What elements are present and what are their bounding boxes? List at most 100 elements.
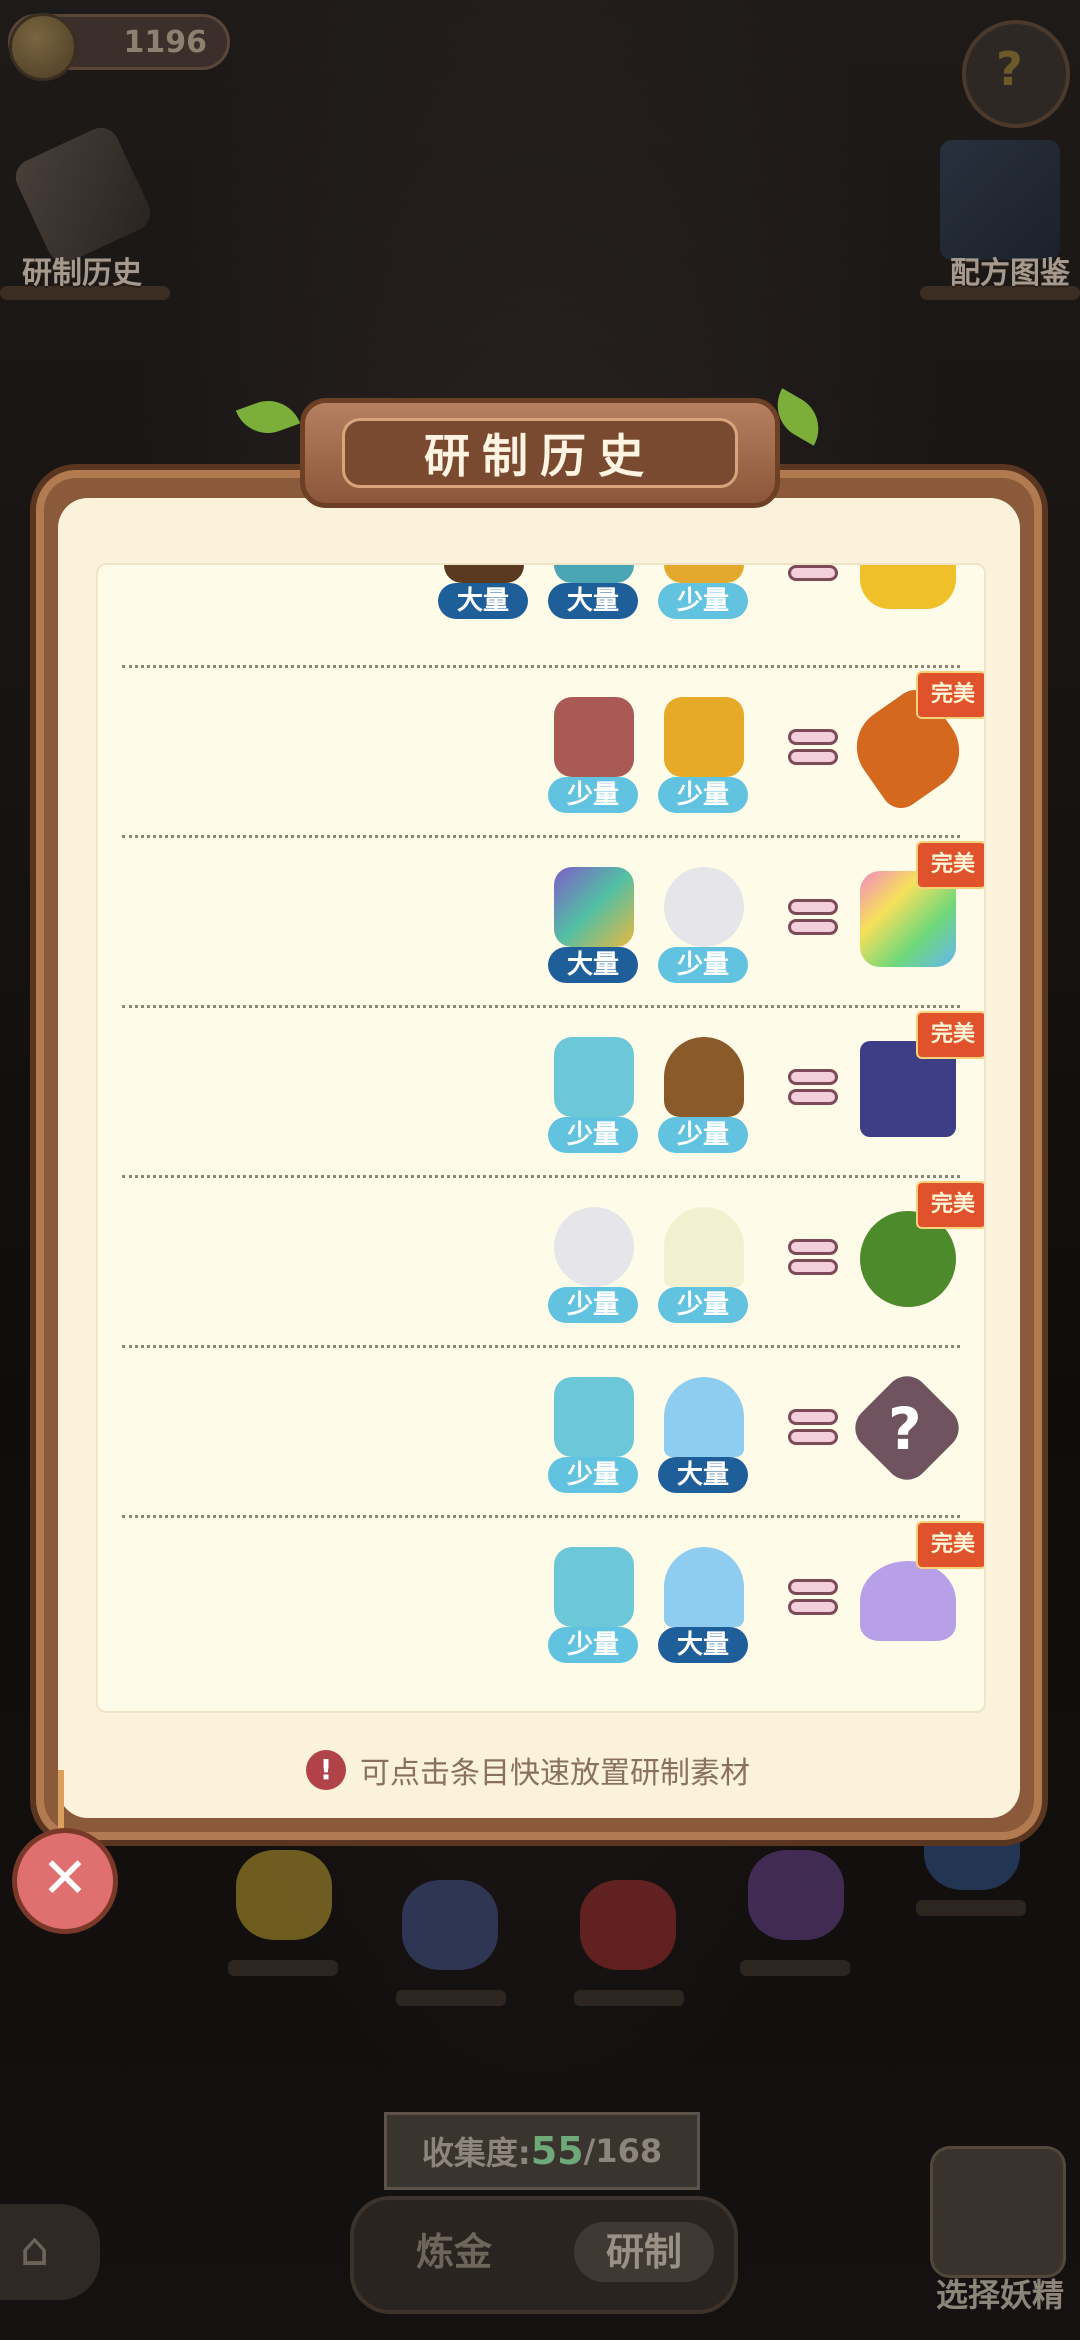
quantity-pill: 大量: [658, 1457, 748, 1493]
history-row[interactable]: 少量 大量 ?: [98, 1351, 984, 1521]
dialog-title-banner: 研制历史: [300, 398, 780, 508]
collection-label: 收集度:: [421, 2134, 531, 2172]
mode-tabs: 炼金 研制: [350, 2196, 738, 2314]
help-seedling-icon: ?: [996, 42, 1023, 96]
coin-counter: 1196: [8, 13, 230, 81]
dirt-pile-icon: [664, 1037, 744, 1117]
purple-flower-icon: [748, 1850, 844, 1940]
quantity-pill: 少量: [658, 777, 748, 813]
history-row[interactable]: 大量 大量 少量: [98, 565, 984, 673]
quantity-pill: 少量: [548, 1457, 638, 1493]
row-divider: [122, 1005, 960, 1008]
ingredient-icon: [554, 565, 634, 583]
ingredient-slot: 少量: [548, 1207, 638, 1327]
quantity-pill: 大量: [438, 583, 528, 619]
shelf-slot: [916, 1900, 1026, 1916]
choose-spirit-label[interactable]: 选择妖精: [936, 2270, 1064, 2316]
quantity-pill: 少量: [658, 1117, 748, 1153]
white-lily-icon: [664, 1207, 744, 1287]
purple-powder-icon: [860, 1561, 956, 1641]
equals-icon: [788, 1407, 838, 1447]
blue-mushrooms-icon: [554, 1037, 634, 1117]
ingredient-slot: 少量: [548, 1037, 638, 1157]
row-divider: [122, 665, 960, 668]
collection-value: 55: [530, 2129, 584, 2173]
home-button[interactable]: ⌂: [0, 2204, 100, 2300]
history-row[interactable]: 少量 大量 完美: [98, 1521, 984, 1691]
row-divider: [122, 1175, 960, 1178]
tip-text-row: ! 可点击条目快速放置研制素材: [306, 1748, 750, 1792]
history-row[interactable]: 大量 少量 完美: [98, 841, 984, 1011]
recipe-book-icon[interactable]: [940, 140, 1060, 260]
row-divider: [122, 1345, 960, 1348]
equals-icon: [788, 727, 838, 767]
ingredient-icon: [444, 565, 524, 583]
blue-salt-mound-icon: [664, 1377, 744, 1457]
quantity-pill: 少量: [548, 777, 638, 813]
quantity-pill: 少量: [658, 947, 748, 983]
rope-decoration: [58, 1770, 64, 1832]
ingredient-slot: 大量: [438, 565, 528, 623]
close-x-icon: ✕: [41, 1846, 89, 1911]
coin-icon: [9, 13, 77, 81]
history-row[interactable]: 少量 少量 完美: [98, 671, 984, 841]
question-mark-icon: ?: [888, 1395, 922, 1463]
equals-icon: [788, 897, 838, 937]
recipe-book-label[interactable]: 配方图鉴: [950, 248, 1070, 292]
shelf-slot: [574, 1990, 684, 2006]
perfect-badge: 完美: [916, 1011, 984, 1059]
perfect-badge: 完美: [916, 671, 984, 719]
shelf-slot: [396, 1990, 506, 2006]
equals-icon: [788, 1237, 838, 1277]
blue-salt-mound-icon: [664, 1547, 744, 1627]
history-list[interactable]: 大量 大量 少量 少量 少量 完美 大量 少量 完美 少量 少量 完美 少量 少…: [96, 563, 986, 1713]
history-row[interactable]: 少量 少量 完美: [98, 1181, 984, 1351]
ingredient-icon: [664, 565, 744, 583]
close-button[interactable]: ✕: [12, 1828, 118, 1934]
perfect-badge: 完美: [916, 841, 984, 889]
ingredient-slot: 少量: [548, 1377, 638, 1497]
warning-icon: !: [306, 1750, 346, 1790]
ingredient-slot: 大量: [548, 867, 638, 987]
ingredient-slot: 少量: [658, 565, 748, 623]
ingredient-slot: 少量: [658, 1037, 748, 1157]
row-divider: [122, 1515, 960, 1518]
quantity-pill: 大量: [548, 947, 638, 983]
blue-flower-icon: [402, 1880, 498, 1970]
ingredient-slot: 大量: [658, 1547, 748, 1667]
collection-total: /168: [583, 2132, 663, 2170]
home-icon: ⌂: [20, 2222, 50, 2276]
quantity-pill: 大量: [548, 583, 638, 619]
tip-text: 可点击条目快速放置研制素材: [360, 1756, 750, 1791]
blue-mushrooms-icon: [554, 1377, 634, 1457]
white-cloud-puff-icon: [664, 867, 744, 947]
history-label[interactable]: 研制历史: [22, 248, 142, 292]
ingredient-slot: 少量: [658, 867, 748, 987]
tomato-icon: [580, 1880, 676, 1970]
quantity-pill: 少量: [548, 1117, 638, 1153]
ingredient-slot: 大量: [658, 1377, 748, 1497]
equals-icon: [788, 1577, 838, 1617]
tab-alchemy[interactable]: 炼金: [394, 2222, 514, 2282]
rainbow-wing-icon: [554, 867, 634, 947]
row-divider: [122, 835, 960, 838]
quantity-pill: 少量: [658, 583, 748, 619]
golden-leaves-icon: [664, 697, 744, 777]
result-icon: [860, 565, 956, 609]
equals-icon: [788, 1067, 838, 1107]
white-cloud-puff-icon: [554, 1207, 634, 1287]
tab-research[interactable]: 研制: [574, 2222, 714, 2282]
spiky-red-crystal-icon: [554, 697, 634, 777]
choose-spirit-button[interactable]: [930, 2146, 1066, 2278]
yellow-flower-icon: [236, 1850, 332, 1940]
coin-amount: 1196: [123, 24, 208, 60]
blue-mushrooms-icon: [554, 1547, 634, 1627]
history-row[interactable]: 少量 少量 完美: [98, 1011, 984, 1181]
shelf-slot: [228, 1960, 338, 1976]
help-button[interactable]: ?: [962, 20, 1070, 128]
equals-icon: [788, 565, 838, 583]
perfect-badge: 完美: [916, 1181, 984, 1229]
quantity-pill: 少量: [658, 1287, 748, 1323]
shelf-slot: [740, 1960, 850, 1976]
ingredient-slot: 少量: [548, 1547, 638, 1667]
